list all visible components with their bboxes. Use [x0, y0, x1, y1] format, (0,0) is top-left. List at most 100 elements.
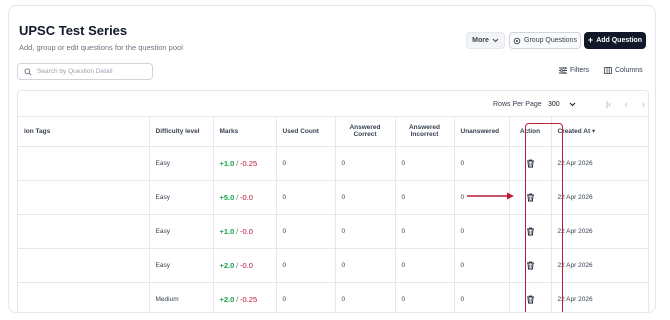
cell-tags: [18, 146, 150, 181]
col-header-answered-correct: Answered Correct: [335, 117, 396, 147]
cell-marks: +5.0 / -0.0: [213, 180, 277, 215]
cell-used-count: 0: [276, 248, 336, 283]
cell-difficulty: Easy: [149, 146, 214, 181]
cell-tags: [18, 180, 150, 215]
cell-created-at: 22 Apr 2026: [551, 248, 648, 283]
cell-marks: +1.0 / -0.25: [213, 146, 277, 181]
cell-difficulty: Easy: [149, 248, 214, 283]
trash-icon[interactable]: [526, 193, 535, 202]
table-row[interactable]: Easy +2.0 / -0.0 0 0 0 0 22 Apr 2026: [18, 248, 648, 283]
marks-positive: +2.0: [219, 260, 235, 270]
questions-table-container: Rows Per Page 300 |‹ ‹ › ion Tags Diffic…: [17, 90, 649, 312]
columns-button[interactable]: Columns: [604, 67, 643, 74]
cell-used-count: 0: [276, 180, 336, 215]
col-header-tags: ion Tags: [18, 117, 150, 147]
page-subtitle: Add, group or edit questions for the que…: [19, 43, 183, 52]
next-page-icon[interactable]: ›: [642, 100, 645, 109]
rows-per-page-select[interactable]: 300: [544, 97, 580, 112]
search-placeholder: Search by Question Detail: [37, 68, 113, 75]
cell-answered-correct: 0: [335, 214, 396, 249]
marks-separator: /: [236, 294, 239, 304]
created-at-label: Created At: [557, 128, 591, 136]
cell-answered-incorrect: 0: [395, 180, 455, 215]
prev-page-icon[interactable]: ‹: [625, 100, 628, 109]
search-icon: [24, 67, 32, 76]
marks-separator: /: [236, 226, 239, 236]
trash-icon[interactable]: [526, 295, 535, 304]
cell-marks: +2.0 / -0.0: [213, 248, 277, 283]
cell-created-at: 22 Apr 2026: [551, 146, 648, 181]
first-page-icon[interactable]: |‹: [606, 100, 611, 109]
chevron-down-icon: [569, 102, 576, 107]
cell-answered-incorrect: 0: [395, 146, 455, 181]
add-question-button[interactable]: + Add Question: [584, 32, 646, 49]
filter-icon: [559, 67, 567, 74]
pagination-bar: Rows Per Page 300 |‹ ‹ ›: [18, 91, 648, 117]
col-header-unanswered: Unanswered: [454, 117, 510, 147]
col-header-used-count: Used Count: [276, 117, 336, 147]
cell-unanswered: 0: [454, 214, 510, 249]
cell-answered-incorrect: 0: [395, 282, 455, 312]
cell-answered-correct: 0: [335, 282, 396, 312]
sort-down-icon: ▾: [591, 128, 596, 136]
cell-unanswered: 0: [454, 248, 510, 283]
cell-action: [509, 180, 552, 215]
filters-button[interactable]: Filters: [559, 67, 589, 74]
cell-action: [509, 282, 552, 312]
marks-positive: +2.0: [219, 294, 235, 304]
columns-label: Columns: [615, 67, 643, 74]
cell-used-count: 0: [276, 214, 336, 249]
cell-action: [509, 146, 552, 181]
marks-separator: /: [236, 260, 239, 270]
table-row[interactable]: Easy +1.0 / -0.25 0 0 0 0 22 Apr 2026: [18, 146, 648, 181]
cell-difficulty: Easy: [149, 214, 214, 249]
marks-positive: +5.0: [219, 192, 235, 202]
marks-negative: -0.0: [240, 226, 253, 236]
table-header-row: ion Tags Difficulty level Marks Used Cou…: [18, 117, 648, 147]
rows-per-page-label: Rows Per Page: [493, 101, 542, 108]
trash-icon[interactable]: [526, 227, 535, 236]
col-header-created-at[interactable]: Created At ▾: [551, 117, 648, 147]
more-button[interactable]: More: [466, 32, 505, 49]
table-row[interactable]: Easy +5.0 / -0.0 0 0 0 0 22 Apr 2026: [18, 180, 648, 215]
table-row[interactable]: Medium +2.0 / -0.25 0 0 0 0 22 Apr 2026: [18, 282, 648, 312]
trash-icon[interactable]: [526, 261, 535, 270]
trash-icon[interactable]: [526, 159, 535, 168]
marks-positive: +1.0: [219, 158, 235, 168]
page-title: UPSC Test Series: [19, 23, 128, 38]
marks-negative: -0.0: [240, 260, 253, 270]
cell-marks: +1.0 / -0.0: [213, 214, 277, 249]
cell-action: [509, 214, 552, 249]
cell-marks: +2.0 / -0.25: [213, 282, 277, 312]
col-header-marks: Marks: [213, 117, 277, 147]
plus-icon: +: [587, 35, 594, 45]
table-row[interactable]: Easy +1.0 / -0.0 0 0 0 0 22 Apr 2026: [18, 214, 648, 249]
cell-used-count: 0: [276, 146, 336, 181]
cell-difficulty: Easy: [149, 180, 214, 215]
search-input[interactable]: Search by Question Detail: [17, 63, 153, 80]
marks-separator: /: [236, 158, 239, 168]
cell-answered-incorrect: 0: [395, 248, 455, 283]
cell-created-at: 22 Apr 2026: [551, 180, 648, 215]
marks-separator: /: [236, 192, 239, 202]
marks-negative: -0.25: [240, 158, 258, 168]
columns-icon: [604, 67, 612, 74]
marks-negative: -0.25: [240, 294, 258, 304]
more-button-label: More: [472, 37, 489, 44]
filters-label: Filters: [570, 67, 590, 74]
cell-answered-correct: 0: [335, 248, 396, 283]
chevron-down-icon: [492, 38, 499, 43]
group-questions-button[interactable]: Group Questions: [509, 32, 581, 49]
col-header-difficulty: Difficulty level: [149, 117, 214, 147]
cell-used-count: 0: [276, 282, 336, 312]
marks-negative: -0.0: [240, 192, 253, 202]
rows-per-page-value: 300: [548, 101, 560, 108]
cell-answered-correct: 0: [335, 180, 396, 215]
annotation-arrow: [467, 192, 514, 200]
cell-answered-correct: 0: [335, 146, 396, 181]
col-header-answered-incorrect: Answered Incorrect: [395, 117, 455, 147]
cell-difficulty: Medium: [149, 282, 214, 312]
add-question-label: Add Question: [596, 37, 643, 44]
cell-tags: [18, 248, 150, 283]
cell-action: [509, 248, 552, 283]
